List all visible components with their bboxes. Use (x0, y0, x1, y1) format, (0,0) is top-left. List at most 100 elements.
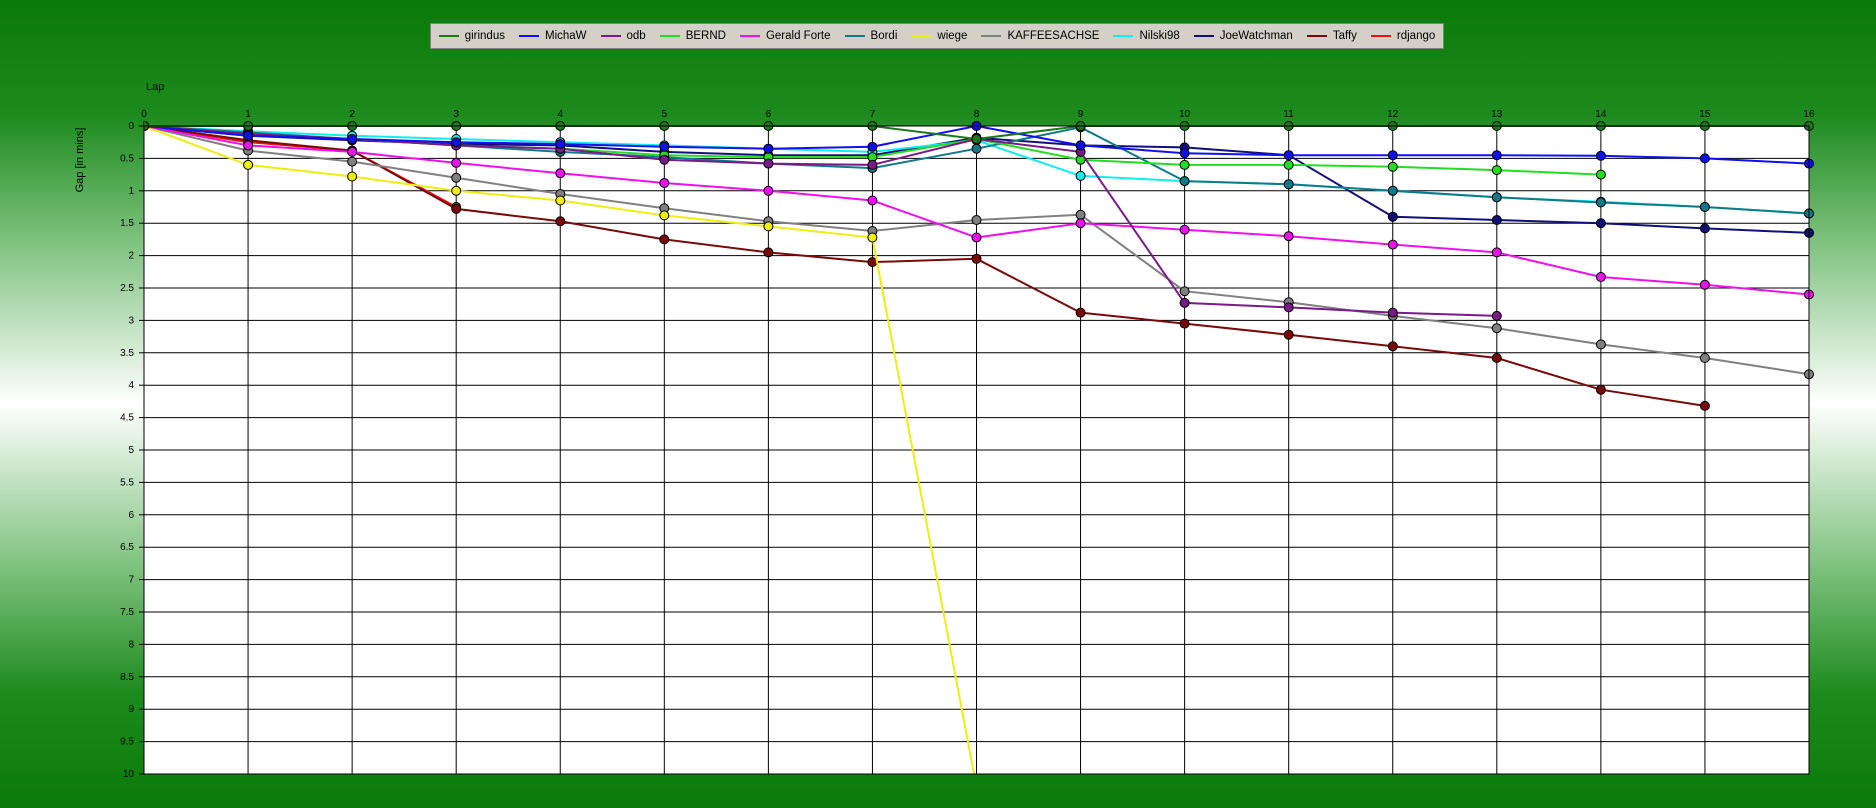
data-point (347, 156, 358, 167)
data-point (1491, 150, 1502, 161)
data-point (347, 134, 358, 144)
data-point (451, 185, 462, 196)
data-point (451, 137, 462, 148)
data-point (1699, 400, 1710, 411)
data-point (1075, 307, 1086, 318)
y-tick-label: 6 (128, 510, 134, 521)
y-tick-label: 1 (128, 186, 134, 197)
data-point (1699, 223, 1710, 234)
data-point (243, 140, 254, 151)
data-point (659, 210, 670, 221)
data-point (1491, 215, 1502, 225)
data-point (451, 157, 462, 168)
data-point (1283, 231, 1294, 242)
data-point (1595, 339, 1606, 350)
y-tick-label: 2.5 (120, 283, 134, 294)
data-point (1283, 150, 1294, 161)
data-point (763, 247, 774, 258)
x-axis-title: Lap (146, 81, 164, 93)
data-point (867, 159, 878, 170)
data-point (867, 195, 878, 206)
data-point (1595, 197, 1606, 208)
y-tick-label: 2 (128, 251, 134, 262)
x-tick-label: 9 (1078, 109, 1084, 120)
data-point (971, 253, 982, 264)
data-point (1491, 353, 1502, 363)
data-point (763, 158, 774, 169)
data-point (1491, 310, 1502, 321)
data-point (659, 141, 670, 152)
data-point (867, 141, 878, 152)
data-point (1075, 209, 1086, 220)
data-point (1283, 159, 1294, 170)
x-tick-label: 2 (349, 109, 355, 120)
y-tick-label: 3.5 (120, 348, 134, 359)
data-point (1699, 153, 1710, 164)
y-tick-label: 8 (128, 639, 134, 650)
data-point (1491, 247, 1502, 258)
x-tick-label: 14 (1595, 109, 1607, 120)
data-point (971, 215, 982, 225)
y-axis-title: Gap [in mins] (74, 128, 86, 193)
y-tick-label: 0 (128, 121, 134, 132)
data-point (1283, 179, 1294, 190)
x-tick-label: 3 (453, 109, 459, 120)
data-point (659, 234, 670, 245)
data-point (1179, 176, 1190, 187)
x-tick-label: 11 (1283, 109, 1294, 120)
data-point (1179, 159, 1190, 170)
data-point (1491, 323, 1502, 334)
x-tick-label: 15 (1699, 109, 1711, 120)
y-tick-label: 5 (128, 445, 134, 456)
data-point (659, 178, 670, 188)
data-point (1387, 341, 1398, 352)
x-tick-label: 6 (766, 109, 772, 120)
data-point (451, 203, 462, 214)
data-point (1387, 239, 1398, 250)
data-point (659, 154, 670, 165)
x-tick-label: 4 (557, 109, 563, 120)
y-tick-label: 9.5 (120, 737, 134, 748)
x-tick-label: 5 (662, 109, 668, 120)
x-tick-label: 12 (1387, 109, 1399, 120)
data-point (1387, 150, 1398, 161)
data-point (971, 134, 982, 144)
x-tick-label: 10 (1179, 109, 1191, 120)
data-point (1387, 307, 1398, 318)
data-point (1491, 192, 1502, 203)
data-point (451, 172, 462, 183)
x-tick-label: 13 (1491, 109, 1503, 120)
y-tick-label: 4.5 (120, 413, 134, 424)
y-tick-label: 1.5 (120, 218, 134, 229)
y-tick-label: 4 (128, 380, 134, 391)
data-point (1179, 318, 1190, 329)
data-point (971, 232, 982, 243)
data-point (1699, 279, 1710, 290)
y-tick-label: 9 (128, 704, 134, 715)
x-tick-label: 1 (245, 109, 251, 120)
data-point (1075, 140, 1086, 151)
data-point (1179, 224, 1190, 235)
data-point (1595, 272, 1606, 282)
data-point (555, 168, 566, 179)
data-point (1387, 185, 1398, 196)
data-point (555, 195, 566, 206)
data-point (1179, 286, 1190, 297)
data-point (1595, 218, 1606, 229)
y-tick-label: 7 (128, 575, 134, 586)
y-tick-label: 8.5 (120, 672, 134, 683)
data-point (555, 216, 566, 227)
data-point (347, 146, 358, 157)
x-tick-label: 7 (870, 109, 876, 120)
data-point (1387, 211, 1398, 222)
data-point (243, 159, 254, 170)
line-chart: 0 0.5 1 1.5 2 2.5 3 3.5 4 4.5 5 5.5 6 6.5 7 7.5 8 8.5 9 9.5… (74, 81, 1815, 780)
data-point (1595, 150, 1606, 161)
data-point (1699, 202, 1710, 212)
data-point (1283, 302, 1294, 313)
data-point (1075, 218, 1086, 229)
data-point (867, 232, 878, 243)
data-point (971, 143, 982, 154)
data-point (763, 143, 774, 154)
data-point (1283, 329, 1294, 340)
